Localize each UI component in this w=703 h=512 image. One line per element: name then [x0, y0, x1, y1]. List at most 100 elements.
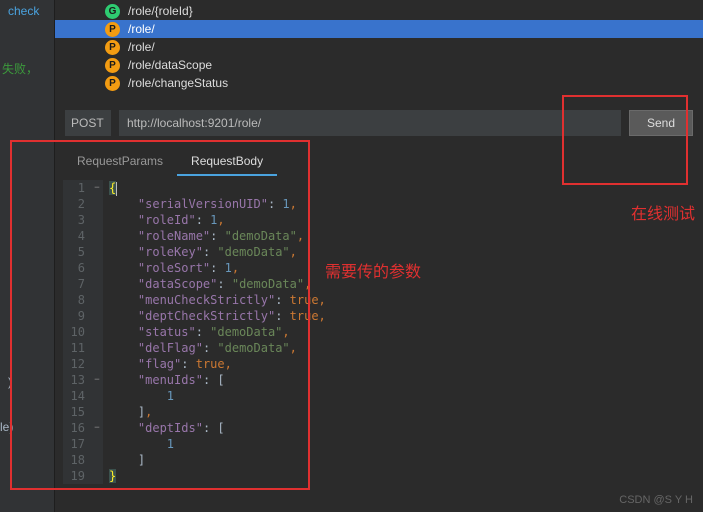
tab-request-body[interactable]: RequestBody	[177, 148, 277, 176]
endpoint-path: /role/	[128, 22, 155, 36]
fold-gutter-icon	[91, 292, 103, 308]
fold-gutter-icon[interactable]: −	[91, 180, 103, 196]
editor-line[interactable]: 10 "status": "demoData",	[63, 324, 695, 340]
endpoint-list: G/role/{roleId}P/role/P/role/P/role/data…	[55, 0, 703, 92]
editor-line[interactable]: 15 ],	[63, 404, 695, 420]
label-le: le)	[0, 420, 13, 434]
editor-line[interactable]: 18 ]	[63, 452, 695, 468]
watermark: CSDN @S Y H	[619, 494, 693, 506]
endpoint-row[interactable]: G/role/{roleId}	[55, 2, 703, 20]
editor-line[interactable]: 14 1	[63, 388, 695, 404]
line-number: 11	[63, 340, 91, 356]
http-method-select[interactable]: POST	[65, 110, 111, 136]
code-content[interactable]: "serialVersionUID": 1,	[103, 196, 297, 212]
fold-gutter-icon	[91, 404, 103, 420]
label-fail: 失败，	[2, 60, 38, 77]
json-editor[interactable]: 1−{2 "serialVersionUID": 1,3 "roleId": 1…	[63, 180, 695, 485]
left-gutter: check 失败， ) le)	[0, 0, 55, 512]
fold-gutter-icon	[91, 308, 103, 324]
code-content[interactable]: 1	[103, 388, 174, 404]
code-content[interactable]: ]	[103, 452, 145, 468]
fold-gutter-icon	[91, 388, 103, 404]
editor-line[interactable]: 11 "delFlag": "demoData",	[63, 340, 695, 356]
fold-gutter-icon[interactable]: −	[91, 372, 103, 388]
code-content[interactable]: "menuCheckStrictly": true,	[103, 292, 326, 308]
fold-gutter-icon[interactable]: −	[91, 420, 103, 436]
endpoint-row[interactable]: P/role/	[55, 38, 703, 56]
editor-line[interactable]: 8 "menuCheckStrictly": true,	[63, 292, 695, 308]
post-badge-icon: P	[105, 40, 120, 55]
code-content[interactable]: "roleSort": 1,	[103, 260, 239, 276]
code-content[interactable]: "deptCheckStrictly": true,	[103, 308, 326, 324]
line-number: 16	[63, 420, 91, 436]
fold-gutter-icon	[91, 436, 103, 452]
annotation-test-text: 在线测试	[631, 200, 695, 224]
code-content[interactable]: "status": "demoData",	[103, 324, 290, 340]
line-number: 12	[63, 356, 91, 372]
editor-line[interactable]: 19}	[63, 468, 695, 484]
annotation-params-text: 需要传的参数	[325, 258, 421, 282]
post-badge-icon: P	[105, 76, 120, 91]
line-number: 8	[63, 292, 91, 308]
endpoint-row[interactable]: P/role/changeStatus	[55, 74, 703, 92]
code-content[interactable]: "menuIds": [	[103, 372, 225, 388]
editor-line[interactable]: 1−{	[63, 180, 695, 196]
editor-line[interactable]: 12 "flag": true,	[63, 356, 695, 372]
line-number: 5	[63, 244, 91, 260]
request-bar: POST Send	[65, 110, 693, 136]
fold-gutter-icon	[91, 244, 103, 260]
tab-request-params[interactable]: RequestParams	[63, 148, 177, 176]
line-number: 6	[63, 260, 91, 276]
editor-line[interactable]: 2 "serialVersionUID": 1,	[63, 196, 695, 212]
editor-line[interactable]: 17 1	[63, 436, 695, 452]
endpoint-path: /role/{roleId}	[128, 4, 193, 18]
code-content[interactable]: "roleKey": "demoData",	[103, 244, 297, 260]
label-paren: )	[8, 375, 12, 389]
code-content[interactable]: "delFlag": "demoData",	[103, 340, 297, 356]
editor-line[interactable]: 3 "roleId": 1,	[63, 212, 695, 228]
line-number: 3	[63, 212, 91, 228]
line-number: 4	[63, 228, 91, 244]
line-number: 18	[63, 452, 91, 468]
endpoint-path: /role/dataScope	[128, 58, 212, 72]
line-number: 14	[63, 388, 91, 404]
fold-gutter-icon	[91, 228, 103, 244]
url-input[interactable]	[119, 110, 621, 136]
fold-gutter-icon	[91, 468, 103, 484]
code-content[interactable]: "flag": true,	[103, 356, 232, 372]
fold-gutter-icon	[91, 452, 103, 468]
editor-line[interactable]: 16− "deptIds": [	[63, 420, 695, 436]
request-tabs: RequestParams RequestBody	[63, 148, 703, 176]
line-number: 10	[63, 324, 91, 340]
code-content[interactable]: "deptIds": [	[103, 420, 225, 436]
fold-gutter-icon	[91, 276, 103, 292]
code-content[interactable]: }	[103, 468, 116, 484]
code-content[interactable]: ],	[103, 404, 152, 420]
endpoint-row[interactable]: P/role/	[55, 20, 703, 38]
endpoint-path: /role/	[128, 40, 155, 54]
code-content[interactable]: {	[103, 180, 117, 196]
post-badge-icon: P	[105, 22, 120, 37]
line-number: 2	[63, 196, 91, 212]
code-content[interactable]: "roleName": "demoData",	[103, 228, 304, 244]
code-content[interactable]: 1	[103, 436, 174, 452]
line-number: 9	[63, 308, 91, 324]
endpoint-row[interactable]: P/role/dataScope	[55, 56, 703, 74]
editor-line[interactable]: 9 "deptCheckStrictly": true,	[63, 308, 695, 324]
fold-gutter-icon	[91, 260, 103, 276]
line-number: 13	[63, 372, 91, 388]
editor-line[interactable]: 13− "menuIds": [	[63, 372, 695, 388]
line-number: 1	[63, 180, 91, 196]
send-button[interactable]: Send	[629, 110, 693, 136]
editor-line[interactable]: 4 "roleName": "demoData",	[63, 228, 695, 244]
endpoint-path: /role/changeStatus	[128, 76, 228, 90]
fold-gutter-icon	[91, 340, 103, 356]
get-badge-icon: G	[105, 4, 120, 19]
code-content[interactable]: "dataScope": "demoData",	[103, 276, 311, 292]
line-number: 17	[63, 436, 91, 452]
line-number: 15	[63, 404, 91, 420]
post-badge-icon: P	[105, 58, 120, 73]
code-content[interactable]: "roleId": 1,	[103, 212, 225, 228]
fold-gutter-icon	[91, 212, 103, 228]
fold-gutter-icon	[91, 196, 103, 212]
